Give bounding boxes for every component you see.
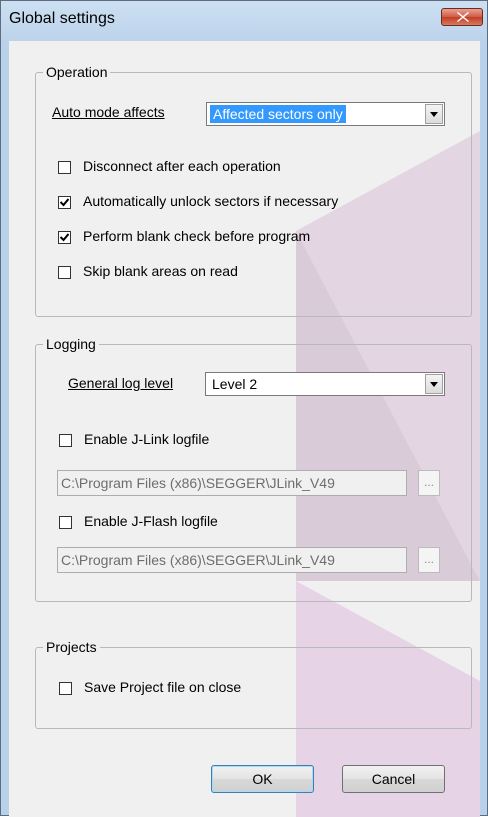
checkmark-icon xyxy=(60,233,69,242)
auto-mode-label: Auto mode affects xyxy=(52,104,165,120)
cancel-button[interactable]: Cancel xyxy=(342,765,445,793)
window-title: Global settings xyxy=(9,10,115,27)
logging-legend: Logging xyxy=(46,336,96,352)
chevron-down-icon xyxy=(430,112,438,117)
ok-button[interactable]: OK xyxy=(211,765,314,793)
auto-unlock-checkbox[interactable] xyxy=(58,196,71,209)
log-level-select[interactable]: Level 2 xyxy=(205,372,445,396)
save-project-label[interactable]: Save Project file on close xyxy=(84,679,241,695)
global-settings-dialog: Global settings Operation Auto mode affe… xyxy=(0,0,488,817)
checkmark-icon xyxy=(60,198,69,207)
save-project-checkbox[interactable] xyxy=(59,682,72,695)
close-icon xyxy=(457,12,469,22)
skip-blank-checkbox[interactable] xyxy=(58,266,71,279)
auto-mode-dropdown-arrow[interactable] xyxy=(425,104,443,124)
jflash-logfile-label[interactable]: Enable J-Flash logfile xyxy=(84,513,218,529)
jflash-browse-button[interactable]: ... xyxy=(418,547,440,573)
jlink-logfile-path-field[interactable]: C:\Program Files (x86)\SEGGER\JLink_V49 xyxy=(57,470,407,496)
projects-legend: Projects xyxy=(46,639,97,655)
auto-mode-select[interactable]: Affected sectors only xyxy=(206,102,445,126)
auto-unlock-label[interactable]: Automatically unlock sectors if necessar… xyxy=(83,193,338,209)
close-button[interactable] xyxy=(441,8,483,26)
jlink-logfile-label[interactable]: Enable J-Link logfile xyxy=(84,431,209,447)
log-level-label: General log level xyxy=(68,375,174,391)
log-level-value: Level 2 xyxy=(212,376,258,392)
chevron-down-icon xyxy=(430,382,438,387)
disconnect-label[interactable]: Disconnect after each operation xyxy=(83,158,281,174)
jlink-browse-button[interactable]: ... xyxy=(418,470,440,496)
blank-check-checkbox[interactable] xyxy=(58,231,71,244)
auto-mode-value: Affected sectors only xyxy=(210,105,346,123)
log-level-dropdown-arrow[interactable] xyxy=(425,374,443,394)
disconnect-checkbox[interactable] xyxy=(58,161,71,174)
title-bar[interactable]: Global settings xyxy=(1,1,487,41)
blank-check-label[interactable]: Perform blank check before program xyxy=(83,228,310,244)
skip-blank-label[interactable]: Skip blank areas on read xyxy=(83,263,238,279)
operation-legend: Operation xyxy=(46,64,108,80)
dialog-client-area: Operation Auto mode affects Affected sec… xyxy=(9,41,480,817)
jlink-logfile-checkbox[interactable] xyxy=(59,434,72,447)
jflash-logfile-path-field[interactable]: C:\Program Files (x86)\SEGGER\JLink_V49 xyxy=(57,547,407,573)
jflash-logfile-checkbox[interactable] xyxy=(59,516,72,529)
